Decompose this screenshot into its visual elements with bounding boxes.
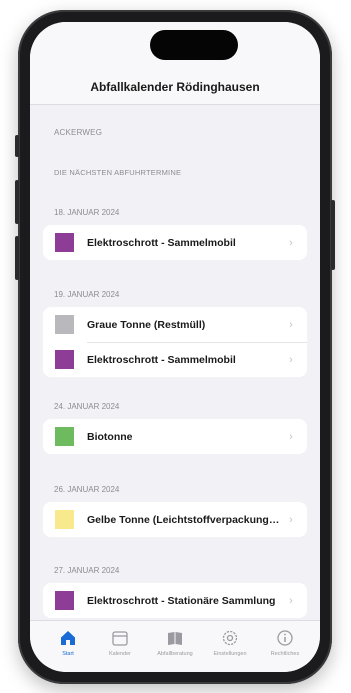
waste-color-swatch <box>55 591 74 610</box>
pickup-row-electronic-waste[interactable]: Elektroschrott - Sammelmobil › <box>43 225 307 260</box>
upcoming-dates-header: DIE NÄCHSTEN ABFUHRTERMINE <box>54 168 182 177</box>
pickup-row-organic-waste[interactable]: Biotonne › <box>43 419 307 454</box>
pickup-list-group: Biotonne › <box>43 419 307 454</box>
tab-waste-advice[interactable]: Abfallberatung <box>146 627 204 657</box>
phone-side-button-power <box>331 200 335 270</box>
pickup-label: Elektroschrott - Sammelmobil <box>87 353 236 366</box>
waste-color-swatch <box>55 510 74 529</box>
pickup-label: Graue Tonne (Restmüll) <box>87 318 206 331</box>
page-title: Abfallkalender Rödinghausen <box>90 80 260 94</box>
phone-side-button-volume-up <box>15 180 19 224</box>
tab-label: Kalender <box>108 651 132 657</box>
chevron-right-icon: › <box>289 594 293 607</box>
waste-color-swatch <box>55 315 74 334</box>
pickup-row-electronic-waste[interactable]: Elektroschrott - Sammelmobil › <box>43 342 307 377</box>
waste-color-swatch <box>55 350 74 369</box>
tab-bar: Start Kalender Abfallberatung Einstellun… <box>30 620 320 672</box>
pickup-list-group: Graue Tonne (Restmüll) › Elektroschrott … <box>43 307 307 377</box>
date-header: 26. JANUAR 2024 <box>54 485 120 494</box>
chevron-right-icon: › <box>289 430 293 443</box>
chevron-right-icon: › <box>289 513 293 526</box>
home-icon <box>39 627 97 649</box>
phone-side-button-volume-down <box>15 236 19 280</box>
tab-legal[interactable]: Rechtliches <box>256 627 314 657</box>
pickup-label: Gelbe Tonne (Leichtstoffverpackungen) <box>87 513 283 526</box>
pickup-label: Biotonne <box>87 430 133 443</box>
tab-calendar[interactable]: Kalender <box>91 627 149 657</box>
date-header: 19. JANUAR 2024 <box>54 290 120 299</box>
tab-start[interactable]: Start <box>39 627 97 657</box>
street-name: ACKERWEG <box>54 128 103 137</box>
tab-settings[interactable]: Einstellungen <box>201 627 259 657</box>
pickup-list-group: Elektroschrott - Stationäre Sammlung › <box>43 583 307 618</box>
date-header: 18. JANUAR 2024 <box>54 208 120 217</box>
pickup-list-group: Gelbe Tonne (Leichtstoffverpackungen) › <box>43 502 307 537</box>
pickup-list-group: Elektroschrott - Sammelmobil › <box>43 225 307 260</box>
pickup-row-residual-waste[interactable]: Graue Tonne (Restmüll) › <box>43 307 307 342</box>
chevron-right-icon: › <box>289 318 293 331</box>
pickup-label: Elektroschrott - Stationäre Sammlung <box>87 594 276 607</box>
gear-icon <box>201 627 259 649</box>
pickup-row-yellow-bin[interactable]: Gelbe Tonne (Leichtstoffverpackungen) › <box>43 502 307 537</box>
tab-label: Einstellungen <box>213 651 247 657</box>
date-header: 27. JANUAR 2024 <box>54 566 120 575</box>
pickup-row-electronic-waste-stationary[interactable]: Elektroschrott - Stationäre Sammlung › <box>43 583 307 618</box>
waste-color-swatch <box>55 427 74 446</box>
date-header: 24. JANUAR 2024 <box>54 402 120 411</box>
dynamic-island <box>150 30 238 60</box>
app-screen: Abfallkalender Rödinghausen ACKERWEG DIE… <box>30 22 320 672</box>
chevron-right-icon: › <box>289 236 293 249</box>
info-icon <box>256 627 314 649</box>
tab-label: Abfallberatung <box>157 651 193 657</box>
calendar-icon <box>91 627 149 649</box>
pickup-label: Elektroschrott - Sammelmobil <box>87 236 236 249</box>
tab-label: Rechtliches <box>270 651 300 657</box>
phone-side-button-silent <box>15 135 19 157</box>
waste-color-swatch <box>55 233 74 252</box>
book-icon <box>146 627 204 649</box>
chevron-right-icon: › <box>289 353 293 366</box>
tab-label: Start <box>62 651 74 657</box>
